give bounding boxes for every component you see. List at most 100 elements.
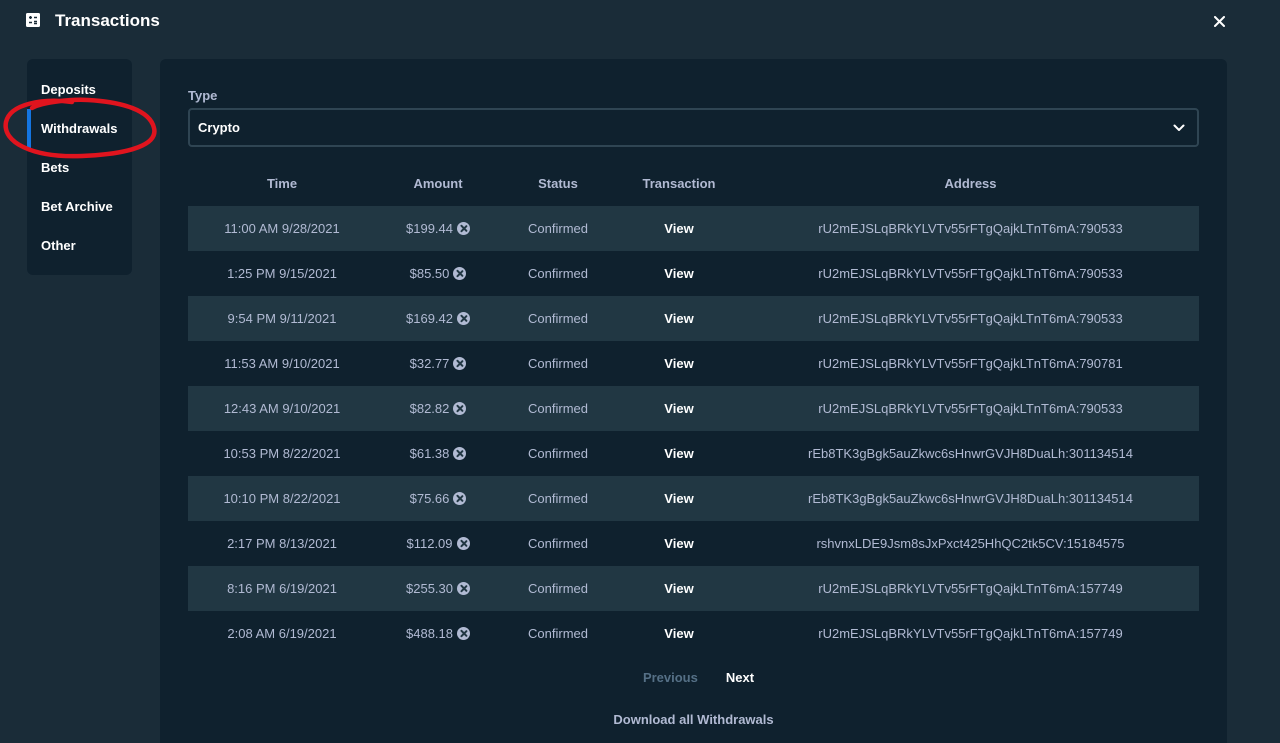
address-cell: rU2mEJSLqBRkYLVTv55rFTgQajkLTnT6mA:79053…	[818, 221, 1123, 236]
amount-cell: $255.30	[376, 581, 500, 596]
sidebar-item-label: Deposits	[41, 82, 96, 97]
time-cell: 2:17 PM 8/13/2021	[227, 536, 337, 551]
column-header-address: Address	[944, 176, 997, 191]
xrp-coin-icon	[457, 582, 470, 595]
address-cell: rU2mEJSLqBRkYLVTv55rFTgQajkLTnT6mA:79053…	[818, 311, 1123, 326]
column-header-status: Status	[538, 176, 578, 191]
view-transaction-link[interactable]: View	[616, 446, 742, 461]
sidebar-item-bet-archive[interactable]: Bet Archive	[27, 187, 132, 226]
view-transaction-link[interactable]: View	[616, 626, 742, 641]
address-cell: rEb8TK3gBgk5auZkwc6sHnwrGVJH8DuaLh:30113…	[808, 491, 1133, 506]
column-header-transaction: Transaction	[642, 176, 716, 191]
column-header-time: Time	[266, 176, 298, 191]
time-cell: 11:00 AM 9/28/2021	[224, 221, 340, 236]
view-transaction-link[interactable]: View	[616, 356, 742, 371]
xrp-coin-icon	[457, 312, 470, 325]
amount-cell: $61.38	[376, 446, 500, 461]
address-cell: rEb8TK3gBgk5auZkwc6sHnwrGVJH8DuaLh:30113…	[808, 446, 1133, 461]
amount-value: $255.30	[406, 581, 453, 596]
sidebar-item-withdrawals[interactable]: Withdrawals	[27, 109, 132, 148]
transactions-icon	[26, 13, 40, 27]
amount-cell: $112.09	[376, 536, 500, 551]
amount-cell: $199.44	[376, 221, 500, 236]
view-transaction-link[interactable]: View	[616, 221, 742, 236]
time-cell: 2:08 AM 6/19/2021	[227, 626, 337, 641]
amount-value: $199.44	[406, 221, 453, 236]
amount-cell: $32.77	[376, 356, 500, 371]
xrp-coin-icon	[453, 402, 467, 415]
status-cell: Confirmed	[528, 356, 588, 371]
table-row: 10:10 PM 8/22/2021 $75.66 Confirmed View rEb…	[188, 476, 1199, 521]
modal-header: Transactions	[0, 0, 1240, 40]
view-transaction-link[interactable]: View	[616, 311, 742, 326]
amount-cell: $82.82	[376, 401, 500, 416]
download-all-button[interactable]: Download all Withdrawals	[160, 712, 1227, 727]
transactions-panel: Type Crypto Time Amount Status Transacti…	[160, 59, 1227, 743]
table-row: 8:16 PM 6/19/2021 $255.30 Confirmed View rU2…	[188, 566, 1199, 611]
type-select[interactable]: Crypto	[188, 108, 1199, 147]
modal-title: Transactions	[55, 11, 160, 30]
amount-value: $32.77	[409, 356, 450, 371]
address-cell: rU2mEJSLqBRkYLVTv55rFTgQajkLTnT6mA:15774…	[818, 581, 1123, 596]
status-cell: Confirmed	[528, 626, 588, 641]
time-cell: 9:54 PM 9/11/2021	[227, 311, 337, 326]
status-cell: Confirmed	[528, 581, 588, 596]
pagination: Previous Next	[160, 670, 1227, 686]
close-icon	[1213, 15, 1225, 27]
table-row: 11:53 AM 9/10/2021 $32.77 Confirmed View rU2…	[188, 341, 1199, 386]
xrp-coin-icon	[456, 537, 470, 550]
xrp-coin-icon	[453, 492, 467, 505]
view-transaction-link[interactable]: View	[616, 266, 742, 281]
amount-value: $112.09	[406, 536, 453, 551]
amount-cell: $75.66	[376, 491, 500, 506]
view-transaction-link[interactable]: View	[616, 581, 742, 596]
next-button[interactable]: Next	[726, 670, 754, 686]
previous-button[interactable]: Previous	[643, 670, 698, 686]
table-row: 10:53 PM 8/22/2021 $61.38 Confirmed View rEb…	[188, 431, 1199, 476]
amount-value: $488.18	[406, 626, 453, 641]
view-transaction-link[interactable]: View	[616, 401, 742, 416]
sidebar-item-deposits[interactable]: Deposits	[27, 70, 132, 109]
amount-cell: $488.18	[376, 626, 500, 641]
xrp-coin-icon	[457, 627, 470, 640]
table-body: 11:00 AM 9/28/2021 $199.44 Confirmed View rU…	[188, 206, 1199, 656]
address-cell: rU2mEJSLqBRkYLVTv55rFTgQajkLTnT6mA:79053…	[818, 401, 1123, 416]
xrp-coin-icon	[457, 222, 470, 235]
table-row: 9:54 PM 9/11/2021 $169.42 Confirmed View rU2…	[188, 296, 1199, 341]
sidebar-item-label: Bet Archive	[41, 199, 113, 214]
xrp-coin-icon	[453, 267, 467, 280]
sidebar-nav: Deposits Withdrawals Bets Bet Archive Ot…	[27, 59, 132, 275]
view-transaction-link[interactable]: View	[616, 491, 742, 506]
table-header: Time Amount Status Transaction Address	[188, 161, 1199, 206]
status-cell: Confirmed	[528, 401, 588, 416]
table-row: 2:17 PM 8/13/2021 $112.09 Confirmed View rsh…	[188, 521, 1199, 566]
time-cell: 12:43 AM 9/10/2021	[223, 401, 341, 416]
transactions-table: Time Amount Status Transaction Address 1…	[188, 161, 1199, 656]
xrp-coin-icon	[453, 357, 467, 370]
close-button[interactable]	[1210, 12, 1228, 30]
amount-cell: $169.42	[376, 311, 500, 326]
address-cell: rU2mEJSLqBRkYLVTv55rFTgQajkLTnT6mA:79078…	[818, 356, 1123, 371]
status-cell: Confirmed	[528, 266, 588, 281]
sidebar-item-other[interactable]: Other	[27, 226, 132, 265]
time-cell: 10:53 PM 8/22/2021	[223, 446, 341, 461]
xrp-coin-icon	[453, 447, 467, 460]
address-cell: rU2mEJSLqBRkYLVTv55rFTgQajkLTnT6mA:15774…	[818, 626, 1123, 641]
chevron-down-icon	[1173, 124, 1185, 131]
amount-cell: $85.50	[376, 266, 500, 281]
status-cell: Confirmed	[528, 221, 588, 236]
time-cell: 8:16 PM 6/19/2021	[227, 581, 337, 596]
amount-value: $82.82	[409, 401, 450, 416]
type-select-value: Crypto	[198, 120, 240, 135]
amount-value: $85.50	[409, 266, 450, 281]
amount-value: $169.42	[406, 311, 453, 326]
table-row: 11:00 AM 9/28/2021 $199.44 Confirmed View rU…	[188, 206, 1199, 251]
column-header-amount: Amount	[413, 176, 463, 191]
address-cell: rU2mEJSLqBRkYLVTv55rFTgQajkLTnT6mA:79053…	[818, 266, 1123, 281]
table-row: 2:08 AM 6/19/2021 $488.18 Confirmed View rU2…	[188, 611, 1199, 656]
time-cell: 10:10 PM 8/22/2021	[223, 491, 341, 506]
sidebar-item-bets[interactable]: Bets	[27, 148, 132, 187]
time-cell: 1:25 PM 9/15/2021	[227, 266, 337, 281]
view-transaction-link[interactable]: View	[616, 536, 742, 551]
status-cell: Confirmed	[528, 311, 588, 326]
